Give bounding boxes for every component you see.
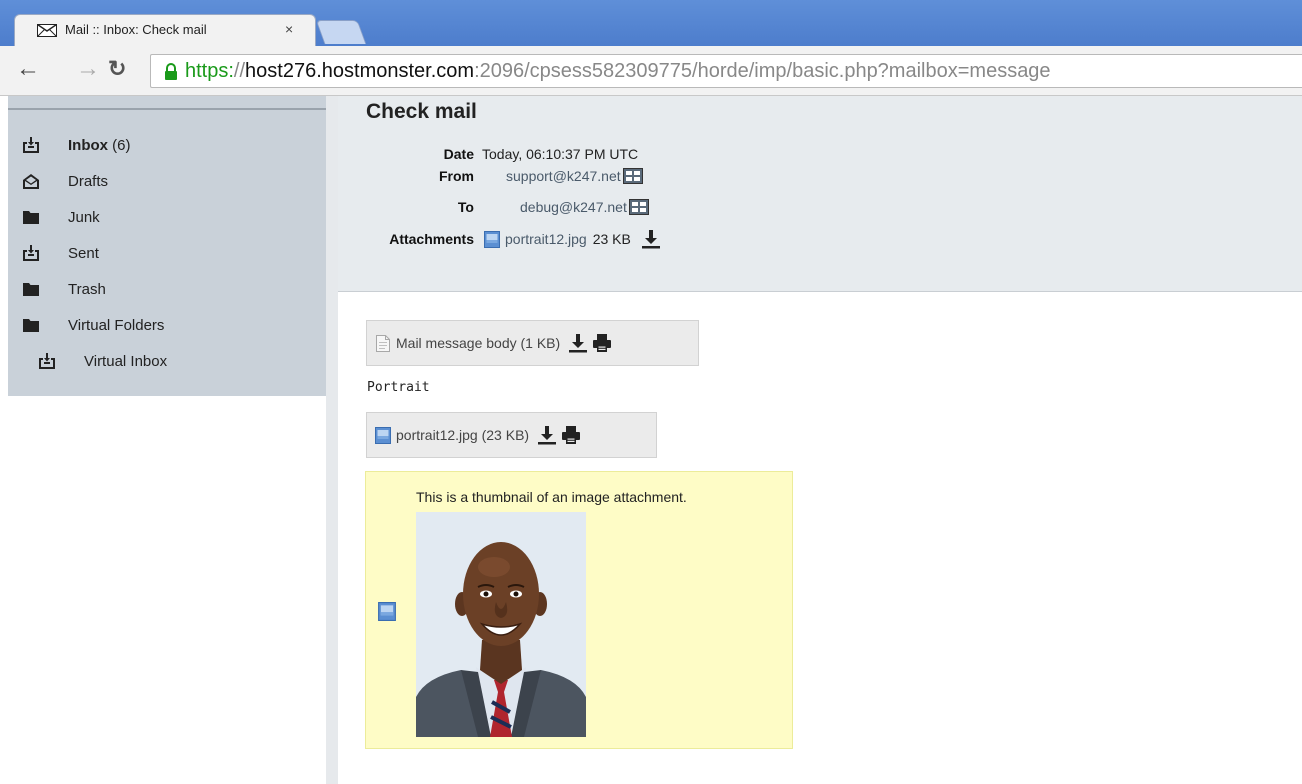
folder-junk[interactable]: Junk <box>22 202 100 232</box>
inbox-icon <box>38 352 56 370</box>
folder-icon <box>22 208 40 226</box>
from-label: From <box>439 168 474 184</box>
url-text: https://host276.hostmonster.com:2096/cps… <box>185 60 1051 83</box>
folder-label: Inbox <box>68 136 108 154</box>
back-arrow-icon[interactable]: ← <box>16 56 40 82</box>
attachment-entry: portrait12.jpg 23 KB <box>484 229 661 249</box>
folder-label: Virtual Inbox <box>84 352 168 370</box>
to-address-link[interactable]: debug@k247.net <box>520 199 627 215</box>
date-label: Date <box>443 146 474 162</box>
url-host: host276.hostmonster.com <box>245 60 475 82</box>
sidebar-resize-handle[interactable] <box>326 96 338 784</box>
inbox-icon <box>22 244 40 262</box>
thumbnail-caption: This is a thumbnail of an image attachme… <box>416 489 687 505</box>
folder-label: Junk <box>68 208 100 226</box>
add-contact-icon[interactable] <box>629 199 649 215</box>
folder-inbox[interactable]: Inbox (6) <box>22 130 131 160</box>
mail-icon <box>37 24 57 37</box>
tab-close-icon[interactable]: × <box>285 21 293 37</box>
to-label: To <box>457 199 474 215</box>
from-address-link[interactable]: support@k247.net <box>506 168 621 184</box>
date-value: Today, 06:10:37 PM UTC <box>482 146 639 162</box>
new-tab-button[interactable] <box>315 20 367 44</box>
browser-tabbar: Mail :: Inbox: Check mail × <box>0 0 1302 46</box>
drafts-icon <box>22 172 40 190</box>
to-field: debug@k247.net <box>520 199 649 215</box>
document-icon <box>375 335 391 352</box>
unread-count: (6) <box>112 136 131 154</box>
message-text: Portrait <box>367 380 430 395</box>
browser-toolbar: ← → ↻ https://host276.hostmonster.com:20… <box>0 46 1302 96</box>
print-icon[interactable] <box>561 425 581 445</box>
browser-tab[interactable]: Mail :: Inbox: Check mail × <box>14 14 316 46</box>
image-attachment-part: portrait12.jpg (23 KB) <box>366 412 657 458</box>
inbox-icon <box>22 136 40 154</box>
image-file-icon <box>375 427 391 444</box>
folder-drafts[interactable]: Drafts <box>22 166 108 196</box>
attachment-link[interactable]: portrait12.jpg <box>505 231 587 247</box>
download-icon[interactable] <box>641 229 661 249</box>
download-icon[interactable] <box>537 425 557 445</box>
message-header: Check mail Date Today, 06:10:37 PM UTC F… <box>338 96 1302 292</box>
folder-virtual-folders[interactable]: Virtual Folders <box>22 310 164 340</box>
url-separator: // <box>233 60 246 82</box>
url-path: :2096/cpsess582309775/horde/imp/basic.ph… <box>474 60 1051 82</box>
folder-icon <box>22 316 40 334</box>
folder-sidebar: Inbox (6) Drafts Junk Sent Trash Virtual… <box>8 96 326 784</box>
divider <box>8 108 326 110</box>
folder-list-panel: Inbox (6) Drafts Junk Sent Trash Virtual… <box>8 96 326 396</box>
folder-label: Drafts <box>68 172 109 190</box>
portrait-thumbnail-image[interactable] <box>416 512 586 737</box>
folder-sent[interactable]: Sent <box>22 238 99 268</box>
folder-label: Sent <box>68 244 99 262</box>
folder-trash[interactable]: Trash <box>22 274 106 304</box>
lock-icon <box>165 63 177 80</box>
forward-arrow-icon[interactable]: → <box>76 56 100 82</box>
message-subject: Check mail <box>366 100 477 123</box>
address-bar[interactable]: https://host276.hostmonster.com:2096/cps… <box>150 54 1302 88</box>
folder-virtual-inbox[interactable]: Virtual Inbox <box>38 346 167 376</box>
attachments-label: Attachments <box>389 231 474 247</box>
add-contact-icon[interactable] <box>623 168 643 184</box>
thumbnail-box: This is a thumbnail of an image attachme… <box>365 471 793 749</box>
print-icon[interactable] <box>592 333 612 353</box>
image-file-icon <box>378 602 396 621</box>
url-scheme: https: <box>185 60 234 82</box>
message-body-label: Mail message body (1 KB) <box>396 335 561 351</box>
folder-icon <box>22 280 40 298</box>
folder-label: Trash <box>68 280 106 298</box>
image-file-icon <box>484 231 500 248</box>
from-field: support@k247.net <box>506 168 643 184</box>
folder-label: Virtual Folders <box>68 316 165 334</box>
message-body-part: Mail message body (1 KB) <box>366 320 699 366</box>
attachment-part-label: portrait12.jpg (23 KB) <box>396 427 530 443</box>
tab-title: Mail :: Inbox: Check mail <box>65 22 207 37</box>
attachment-size: 23 KB <box>592 231 631 247</box>
download-icon[interactable] <box>568 333 588 353</box>
reload-icon[interactable]: ↻ <box>108 56 126 82</box>
